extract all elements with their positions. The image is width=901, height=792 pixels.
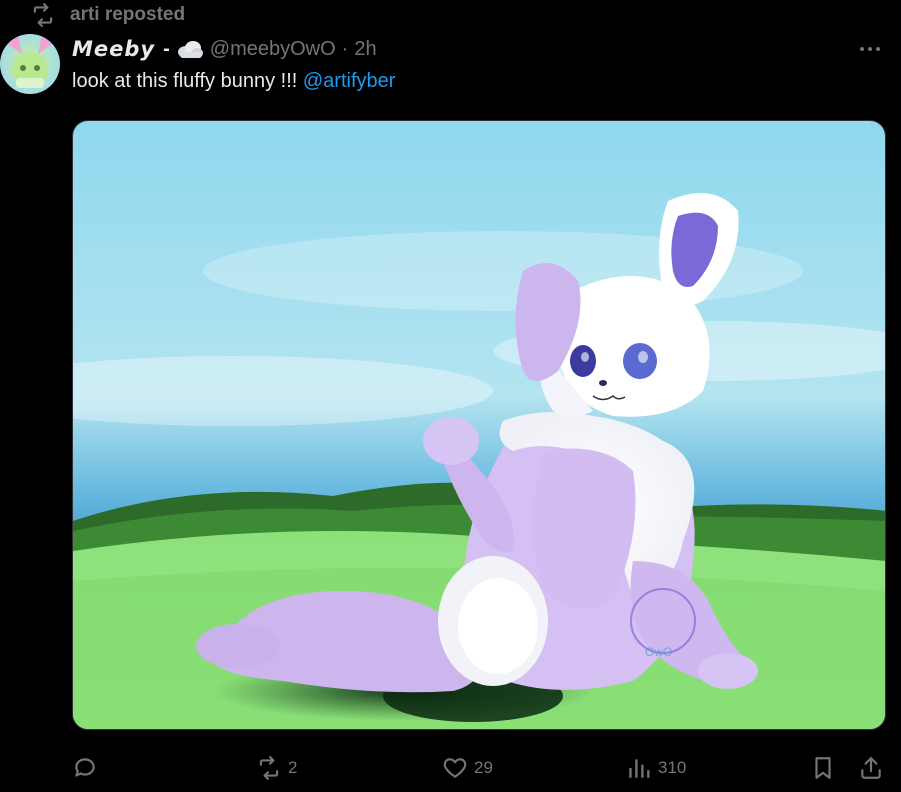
- more-options-button[interactable]: [855, 36, 885, 62]
- bookmark-icon: [815, 757, 831, 779]
- repost-icon: [33, 3, 53, 27]
- heart-icon: [443, 758, 467, 778]
- repost-count: 2: [288, 758, 298, 777]
- views-icon: [629, 759, 650, 778]
- more-icon: [860, 47, 880, 51]
- display-name[interactable]: Meeby: [72, 37, 155, 61]
- repost-button[interactable]: 2: [256, 748, 297, 788]
- timestamp[interactable]: 2h: [354, 38, 376, 61]
- like-count: 29: [474, 758, 493, 777]
- reply-button[interactable]: [72, 748, 104, 788]
- display-name-suffix: -: [163, 37, 170, 60]
- author-handle[interactable]: @meebyOwO: [210, 38, 336, 61]
- action-bar: 2 29 310: [72, 748, 890, 788]
- like-button[interactable]: 29: [442, 748, 493, 788]
- share-icon: [861, 757, 881, 779]
- bookmark-button[interactable]: [810, 748, 836, 788]
- share-button[interactable]: [858, 748, 884, 788]
- watermark: OwO: [645, 645, 672, 659]
- mention-link[interactable]: @artifyber: [303, 70, 396, 92]
- tweet-text: look at this fluffy bunny !!! @artifyber: [72, 70, 395, 93]
- tweet-body: look at this fluffy bunny !!!: [72, 70, 298, 92]
- repost-indicator[interactable]: arti reposted: [30, 2, 185, 28]
- separator-dot: ·: [341, 37, 349, 60]
- views-button[interactable]: 310: [626, 748, 686, 788]
- avatar[interactable]: [0, 34, 60, 94]
- cloud-icon: [177, 41, 203, 58]
- views-count: 310: [658, 758, 687, 777]
- reply-icon: [75, 758, 95, 777]
- repost-text: arti reposted: [70, 4, 186, 25]
- repost-icon: [259, 756, 279, 780]
- tweet-header: Meeby - @meebyOwO · 2h: [72, 35, 377, 63]
- media-image[interactable]: OwO: [72, 120, 886, 730]
